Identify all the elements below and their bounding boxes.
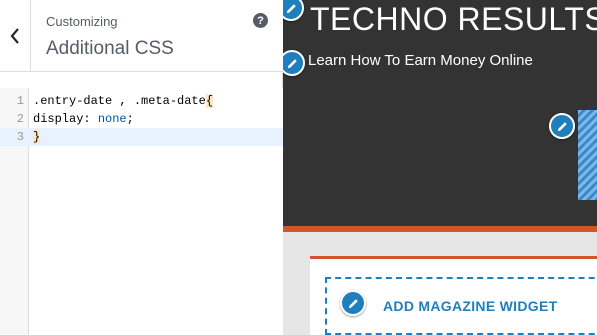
edit-widget-button[interactable] xyxy=(340,290,366,316)
header-image xyxy=(578,110,597,200)
pencil-icon xyxy=(287,58,297,68)
accent-bar xyxy=(283,226,597,232)
edit-header-image-button[interactable] xyxy=(549,113,575,139)
code-line-active[interactable]: 3 } xyxy=(0,128,283,146)
code-line[interactable]: 1 .entry-date , .meta-date{ xyxy=(0,92,283,110)
line-number: 2 xyxy=(16,112,24,126)
pencil-icon xyxy=(286,3,296,13)
pencil-icon xyxy=(348,298,358,308)
chevron-left-icon xyxy=(10,28,19,44)
code-text: } xyxy=(33,130,41,144)
site-preview: TECHNO RESULTS Learn How To Earn Money O… xyxy=(283,0,597,335)
back-button[interactable] xyxy=(0,0,31,72)
code-text: display: none; xyxy=(33,112,134,126)
line-number: 3 xyxy=(16,130,24,144)
site-header: TECHNO RESULTS Learn How To Earn Money O… xyxy=(283,0,597,226)
section-title: Additional CSS xyxy=(46,38,174,59)
add-widget-label[interactable]: ADD MAGAZINE WIDGET xyxy=(383,298,557,314)
site-title[interactable]: TECHNO RESULTS xyxy=(310,1,597,38)
customizer-panel: Customizing Additional CSS ? 1 .entry-da… xyxy=(0,0,283,335)
site-tagline: Learn How To Earn Money Online xyxy=(308,52,533,69)
help-icon[interactable]: ? xyxy=(253,13,268,28)
css-editor[interactable]: 1 .entry-date , .meta-date{ 2 display: n… xyxy=(0,88,283,335)
breadcrumb: Customizing xyxy=(46,14,118,29)
line-number: 1 xyxy=(16,94,24,108)
pencil-icon xyxy=(557,121,567,131)
panel-header: Customizing Additional CSS ? xyxy=(0,0,283,72)
code-text: .entry-date , .meta-date{ xyxy=(33,94,214,108)
code-line[interactable]: 2 display: none; xyxy=(0,110,283,128)
